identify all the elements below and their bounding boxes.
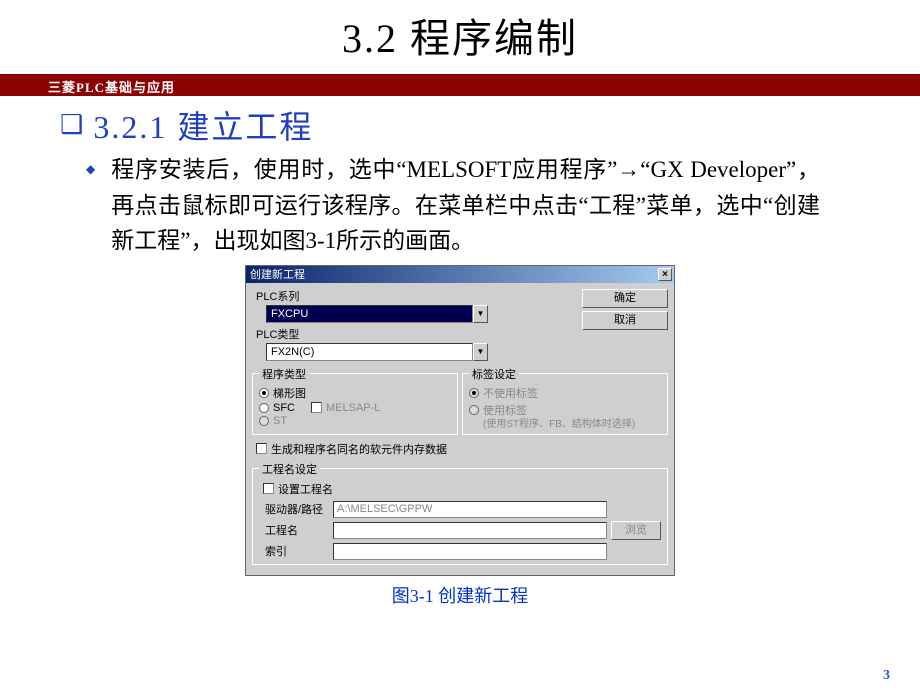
chevron-down-icon[interactable]: ▼ — [473, 305, 488, 323]
plc-series-label: PLC系列 — [256, 288, 582, 304]
dialog-figure: 创建新工程 × PLC系列 ▼ PLC类型 ▼ 确定 — [245, 265, 675, 576]
radio-icon[interactable] — [259, 388, 269, 398]
page-number: 3 — [883, 668, 890, 684]
radio-tag-use: 使用标签 — [469, 402, 661, 418]
dialog-body: PLC系列 ▼ PLC类型 ▼ 确定 取消 — [246, 283, 674, 575]
dialog-window: 创建新工程 × PLC系列 ▼ PLC类型 ▼ 确定 — [245, 265, 675, 576]
proj-name-group: 工程名设定 设置工程名 驱动器/路径 A:\MELSEC\GPPW 工程名 浏览… — [252, 461, 668, 565]
index-label: 索引 — [265, 543, 329, 559]
plc-type-combo[interactable]: ▼ — [266, 343, 488, 361]
tag-legend: 标签设定 — [469, 366, 519, 382]
dialog-title: 创建新工程 — [250, 266, 305, 282]
gen-checkbox[interactable] — [256, 443, 267, 454]
chevron-down-icon[interactable]: ▼ — [473, 343, 488, 361]
radio-ladder-label: 梯形图 — [273, 385, 306, 401]
prog-type-legend: 程序类型 — [259, 366, 309, 382]
proj-label: 工程名 — [265, 522, 329, 538]
melsap-checkbox[interactable] — [311, 402, 322, 413]
section-title: 3.2.1 建立工程 — [93, 102, 313, 148]
band-text: 三菱PLC基础与应用 — [48, 77, 175, 96]
bullet-icon: ◆ — [86, 162, 95, 177]
section-icon: ❑ — [60, 110, 83, 140]
radio-sfc-label: SFC — [273, 402, 295, 414]
set-proj-row[interactable]: 设置工程名 — [263, 481, 661, 497]
melsap-label: MELSAP-L — [326, 402, 380, 414]
plc-type-label: PLC类型 — [256, 326, 582, 342]
tag-note: (使用ST程序、FB、结构体时选择) — [483, 419, 661, 430]
section-heading: ❑ 3.2.1 建立工程 — [60, 102, 920, 148]
body-paragraph: 程序安装后，使用时，选中“MELSOFT应用程序”→“GX Developer”… — [111, 152, 820, 259]
gen-row[interactable]: 生成和程序名同名的软元件内存数据 — [256, 441, 668, 457]
path-field[interactable]: A:\MELSEC\GPPW — [333, 501, 607, 518]
tag-none-label: 不使用标签 — [483, 385, 538, 401]
radio-st-label: ST — [273, 415, 287, 427]
red-band: 三菱PLC基础与应用 — [0, 74, 920, 96]
cancel-button[interactable]: 取消 — [582, 311, 668, 330]
figure-caption: 图3-1 创建新工程 — [0, 582, 920, 608]
browse-button[interactable]: 浏览 — [611, 521, 661, 540]
prog-type-group: 程序类型 梯形图 SFC MELSAP-L ST — [252, 366, 458, 435]
set-proj-label: 设置工程名 — [278, 481, 333, 497]
close-icon[interactable]: × — [658, 268, 672, 281]
radio-icon — [469, 405, 479, 415]
gen-label: 生成和程序名同名的软元件内存数据 — [271, 441, 447, 457]
proj-name-legend: 工程名设定 — [259, 461, 320, 477]
dialog-titlebar[interactable]: 创建新工程 × — [246, 266, 674, 283]
radio-st: ST — [259, 415, 451, 427]
radio-sfc[interactable]: SFC MELSAP-L — [259, 402, 451, 414]
slide-title-block: 3.2 程序编制 — [0, 0, 920, 64]
tag-group: 标签设定 不使用标签 使用标签 (使用ST程序、FB、结构体时选择) — [462, 366, 668, 435]
proj-field[interactable] — [333, 522, 607, 539]
radio-tag-none: 不使用标签 — [469, 385, 661, 401]
body-bullet: ◆ 程序安装后，使用时，选中“MELSOFT应用程序”→“GX Develope… — [86, 152, 820, 259]
plc-series-value[interactable] — [266, 305, 473, 323]
radio-icon[interactable] — [259, 403, 269, 413]
radio-icon — [259, 416, 269, 426]
path-label: 驱动器/路径 — [265, 501, 329, 517]
plc-series-combo[interactable]: ▼ — [266, 305, 488, 323]
set-proj-checkbox[interactable] — [263, 483, 274, 494]
slide-title: 3.2 程序编制 — [342, 16, 578, 61]
radio-icon — [469, 388, 479, 398]
plc-type-value[interactable] — [266, 343, 473, 361]
index-field[interactable] — [333, 543, 607, 560]
radio-ladder[interactable]: 梯形图 — [259, 385, 451, 401]
ok-button[interactable]: 确定 — [582, 289, 668, 308]
tag-use-label: 使用标签 — [483, 402, 527, 418]
